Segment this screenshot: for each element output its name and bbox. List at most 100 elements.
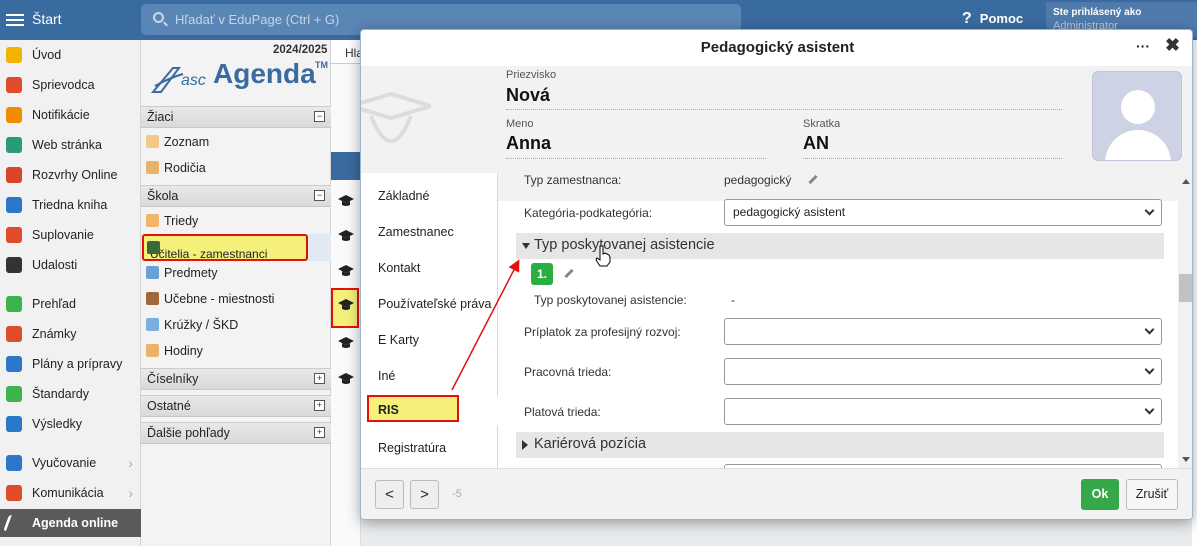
sidebar-item-4[interactable]: Rozvrhy Online <box>0 161 141 189</box>
agenda-item-ucebne[interactable]: Učebne - miestnosti <box>141 286 331 312</box>
category-label: Kategória-podkategória: <box>524 206 653 220</box>
section-dalsie-pohlady[interactable]: Ďalšie pohľady + <box>141 422 331 444</box>
section-ziaci[interactable]: Žiaci − <box>141 106 331 128</box>
teacher-silhouette-icon <box>361 91 431 143</box>
ris-content: Typ zamestnanca: pedagogický Kategória-p… <box>498 173 1178 468</box>
sidebar-item-label: Komunikácia <box>32 486 104 500</box>
agenda-item-ucitelia[interactable]: Učitelia - zamestnanci <box>142 234 308 261</box>
sidebar-item-label: Sprievodca <box>32 78 95 92</box>
ok-button[interactable]: Ok <box>1081 479 1119 510</box>
sidebar-item-14[interactable]: Komunikácia › <box>0 479 141 507</box>
sidebar-item-13[interactable]: Vyučovanie › <box>0 449 141 477</box>
chevron-right-icon: › <box>128 455 133 471</box>
agenda-item-label: Triedy <box>164 214 199 228</box>
section-label: Číselníky <box>147 372 199 386</box>
section-skola[interactable]: Škola − <box>141 185 331 207</box>
agenda-item-kruzky[interactable]: Krúžky / ŠKD <box>141 312 331 338</box>
sidebar-item-12[interactable]: Výsledky <box>0 410 141 438</box>
surname-label: Priezvisko <box>506 69 557 81</box>
content-scrollbar[interactable] <box>1178 173 1192 468</box>
more-options-icon[interactable]: ··· <box>1136 38 1150 54</box>
surname-value[interactable]: Nová <box>506 85 550 106</box>
agenda-item-label: Hodiny <box>164 344 203 358</box>
collapse-toggle-icon[interactable]: − <box>314 190 325 201</box>
collapse-toggle-icon[interactable]: − <box>314 111 325 122</box>
category-select[interactable]: pedagogický asistent <box>724 199 1162 226</box>
tab-kontakt[interactable]: Kontakt <box>378 261 420 275</box>
sidebar-item-2[interactable]: Notifikácie <box>0 101 141 129</box>
sidebar-item-3[interactable]: Web stránka <box>0 131 141 159</box>
section-ciselniky[interactable]: Číselníky + <box>141 368 331 390</box>
sidebar-item-9[interactable]: Známky <box>0 320 141 348</box>
help-button[interactable]: ? Pomoc <box>962 10 1023 28</box>
scroll-up-icon[interactable] <box>1182 179 1190 184</box>
category-select-value: pedagogický asistent <box>733 205 846 219</box>
teaching-icon <box>6 455 22 471</box>
agenda-item-zoznam[interactable]: Zoznam <box>141 129 331 155</box>
timetable-icon <box>6 167 22 183</box>
tab-pouzivatelske-prava[interactable]: Používateľské práva <box>378 297 491 311</box>
sidebar-item-label: Agenda online <box>32 516 119 530</box>
scroll-down-icon[interactable] <box>1182 457 1190 462</box>
work-class-select[interactable] <box>724 358 1162 385</box>
tab-zakladne[interactable]: Základné <box>378 189 429 203</box>
section-ostatne[interactable]: Ostatné + <box>141 395 331 417</box>
next-record-button[interactable]: > <box>410 480 439 509</box>
group-career-position[interactable]: Kariérová pozícia <box>516 432 1164 458</box>
login-label: Ste prihlásený ako <box>1053 7 1142 18</box>
sidebar-item-label: Suplovanie <box>32 228 94 242</box>
scroll-thumb[interactable] <box>1179 274 1192 302</box>
agenda-item-triedy[interactable]: Triedy <box>141 208 331 234</box>
previous-record-button[interactable]: < <box>375 480 404 509</box>
grades-icon <box>6 326 22 342</box>
tab-ine[interactable]: Iné <box>378 369 395 383</box>
house-icon <box>6 137 22 153</box>
allowance-select[interactable] <box>724 318 1162 345</box>
close-icon[interactable]: ✖ <box>1165 35 1180 56</box>
search-input[interactable] <box>175 12 475 27</box>
sidebar-item-0[interactable]: Úvod <box>0 41 141 69</box>
start-link[interactable]: Štart <box>32 11 62 27</box>
avatar[interactable] <box>1092 71 1182 161</box>
sidebar-item-label: Výsledky <box>32 417 83 431</box>
cancel-button[interactable]: Zrušiť <box>1126 479 1178 510</box>
abbr-label: Skratka <box>803 118 841 130</box>
sidebar-item-7[interactable]: Udalosti <box>0 251 141 279</box>
edit-pencil-icon[interactable] <box>564 268 574 279</box>
door-icon <box>146 292 159 305</box>
work-class-label: Pracovná trieda: <box>524 365 612 379</box>
group-assistance-type[interactable]: Typ poskytovanej asistencie <box>516 233 1164 259</box>
caret-right-icon <box>522 440 528 450</box>
sidebar-item-1[interactable]: Sprievodca <box>0 71 141 99</box>
agenda-item-hodiny[interactable]: Hodiny <box>141 338 331 364</box>
record-number-badge[interactable]: 1. <box>531 263 553 285</box>
edit-pencil-icon[interactable] <box>808 174 818 185</box>
teacher-cap-icon <box>147 241 160 254</box>
abbr-value[interactable]: AN <box>803 133 829 154</box>
sidebar-item-label: Známky <box>32 327 77 341</box>
sidebar-item-11[interactable]: Štandardy <box>0 380 141 408</box>
expand-toggle-icon[interactable]: + <box>314 373 325 384</box>
agenda-item-rodicia[interactable]: Rodičia <box>141 155 331 181</box>
sidebar-item-label: Triedna kniha <box>32 198 108 212</box>
abbr-underline <box>803 158 1062 159</box>
sidebar-item-6[interactable]: Suplovanie <box>0 221 141 249</box>
sidebar-item-10[interactable]: Plány a prípravy <box>0 350 141 378</box>
tab-zamestnanec[interactable]: Zamestnanec <box>378 225 454 239</box>
sidebar-item-5[interactable]: Triedna kniha <box>0 191 141 219</box>
expand-toggle-icon[interactable]: + <box>314 427 325 438</box>
sidebar-item-label: Štandardy <box>32 387 89 401</box>
tab-e-karty[interactable]: E Karty <box>378 333 419 347</box>
agenda-item-predmety[interactable]: Predmety <box>141 260 331 286</box>
expand-toggle-icon[interactable]: + <box>314 400 325 411</box>
tab-ris[interactable]: RIS <box>367 395 459 422</box>
graduation-cap-icon <box>338 230 354 241</box>
pay-class-select[interactable] <box>724 398 1162 425</box>
caret-down-icon <box>522 243 530 249</box>
tab-registratura[interactable]: Registratúra <box>378 441 446 455</box>
name-value[interactable]: Anna <box>506 133 551 154</box>
hamburger-menu-icon[interactable] <box>6 11 24 29</box>
sidebar-item-15[interactable]: Agenda online <box>0 509 141 537</box>
sidebar-item-8[interactable]: Prehľad <box>0 290 141 318</box>
student-icon <box>146 135 159 148</box>
